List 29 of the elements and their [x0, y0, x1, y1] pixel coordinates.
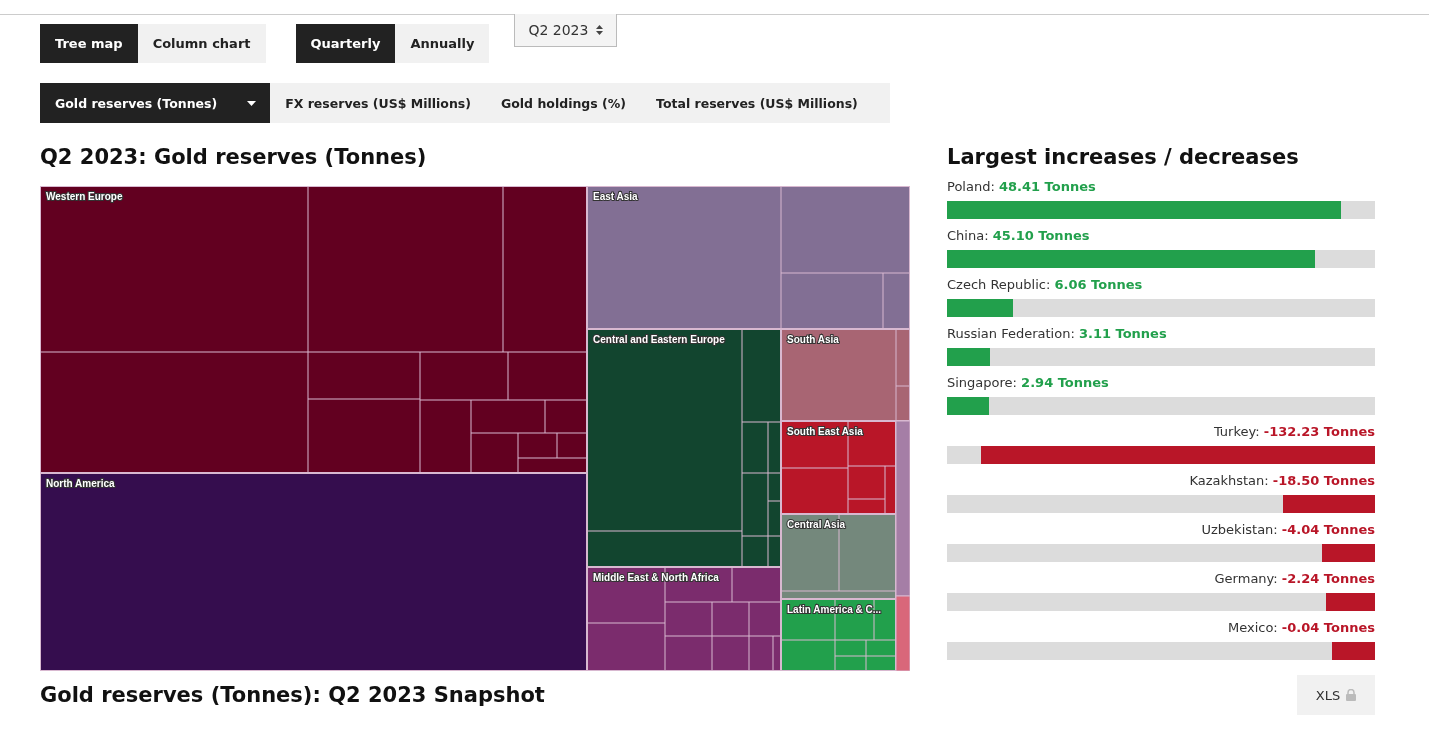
metric-tab[interactable]: Gold reserves (Tonnes) [40, 83, 271, 123]
sort-arrows-icon [596, 25, 604, 35]
change-label: Kazakhstan: -18.50 Tonnes [1189, 473, 1375, 490]
panel-title: Largest increases / decreases [947, 145, 1300, 169]
export-button[interactable]: XLS [1297, 675, 1375, 715]
change-label: Czech Republic: 6.06 Tonnes [947, 277, 1144, 294]
chart-title: Q2 2023: Gold reserves (Tonnes) [40, 145, 428, 169]
change-label: China: 45.10 Tonnes [947, 228, 1091, 245]
region-label: Western Europe [46, 191, 123, 202]
change-label: Germany: -2.24 Tonnes [1214, 571, 1375, 588]
section-title: Gold reserves (Tonnes): Q2 2023 Snapshot [40, 683, 545, 707]
region-label: East Asia [593, 191, 638, 202]
change-label: Russian Federation: 3.11 Tonnes [947, 326, 1168, 343]
region-label: Latin America & C... [787, 604, 882, 615]
change-label: Turkey: -132.23 Tonnes [1213, 424, 1375, 441]
caret-icon [247, 100, 257, 106]
region-label: Central and Eastern Europe [593, 334, 725, 345]
period-tab[interactable]: Quarterly [295, 24, 396, 63]
change-label: Uzbekistan: -4.04 Tonnes [1201, 522, 1375, 539]
region-label: South East Asia [787, 426, 863, 437]
region-label: North America [46, 478, 115, 489]
view-tab[interactable]: Tree map [40, 24, 138, 63]
change-label: Singapore: 2.94 Tonnes [947, 375, 1110, 392]
change-label: Mexico: -0.04 Tonnes [1227, 620, 1375, 637]
region-label: Central Asia [787, 519, 845, 530]
period-select[interactable]: Q2 2023 [514, 14, 618, 47]
change-label: Poland: 48.41 Tonnes [947, 179, 1097, 196]
region-label: Middle East & North Africa [593, 572, 719, 583]
region-label: South Asia [787, 334, 839, 345]
